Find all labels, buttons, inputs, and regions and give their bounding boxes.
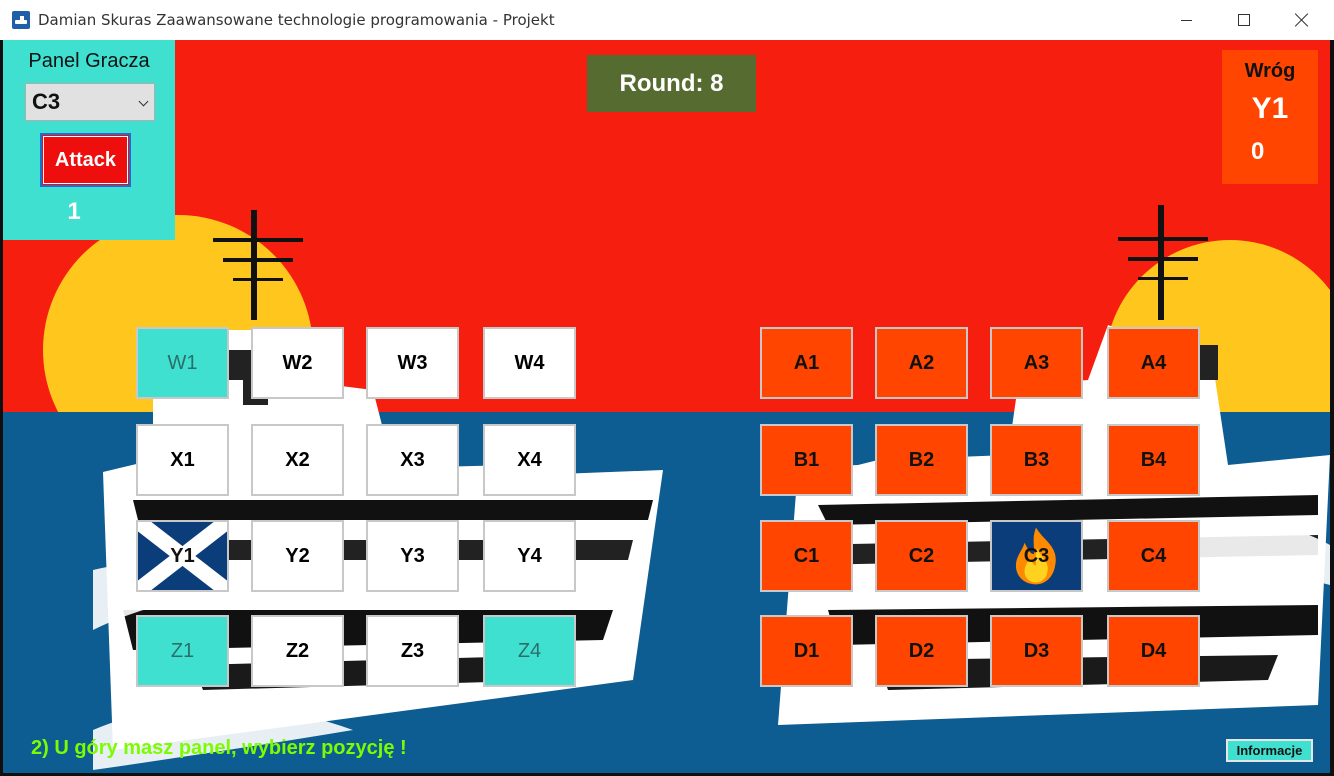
enemy-cell-d4[interactable]: D4	[1107, 615, 1200, 687]
player-cell-x1[interactable]: X1	[136, 424, 229, 496]
enemy-cell-a1[interactable]: A1	[760, 327, 853, 399]
enemy-cell-b3[interactable]: B3	[990, 424, 1083, 496]
info-button[interactable]: Informacje	[1226, 739, 1313, 762]
window-border-left	[0, 40, 3, 776]
hint-text: 2) U góry masz panel, wybierz pozycję !	[31, 737, 407, 759]
player-cell-x4[interactable]: X4	[483, 424, 576, 496]
close-button[interactable]	[1273, 0, 1331, 40]
player-cell-z2[interactable]: Z2	[251, 615, 344, 687]
minimize-icon	[1180, 19, 1192, 21]
enemy-cell-a2[interactable]: A2	[875, 327, 968, 399]
player-cell-y3[interactable]: Y3	[366, 520, 459, 592]
ship-app-icon	[12, 11, 30, 29]
enemy-cell-c2[interactable]: C2	[875, 520, 968, 592]
enemy-cell-d3[interactable]: D3	[990, 615, 1083, 687]
player-cell-z4[interactable]: Z4	[483, 615, 576, 687]
player-panel: Panel Gracza C3 Attack 1	[3, 40, 175, 240]
game-area: Panel Gracza C3 Attack 1 Round: 8 Wróg Y…	[3, 40, 1330, 773]
enemy-cell-d2[interactable]: D2	[875, 615, 968, 687]
enemy-cell-c4[interactable]: C4	[1107, 520, 1200, 592]
enemy-last-target: Y1	[1251, 92, 1289, 125]
player-cell-y4[interactable]: Y4	[483, 520, 576, 592]
enemy-panel-title: Wróg	[1244, 60, 1296, 82]
enemy-cell-c1[interactable]: C1	[760, 520, 853, 592]
enemy-cell-a3[interactable]: A3	[990, 327, 1083, 399]
player-cell-y1[interactable]: Y1	[136, 520, 229, 592]
player-panel-title: Panel Gracza	[28, 50, 150, 72]
minimize-button[interactable]	[1157, 0, 1215, 40]
maximize-icon	[1238, 14, 1250, 26]
window-title: Damian Skuras Zaawansowane technologie p…	[38, 11, 555, 29]
player-cell-w1[interactable]: W1	[136, 327, 229, 399]
player-cell-z1[interactable]: Z1	[136, 615, 229, 687]
position-select[interactable]: C3	[25, 83, 155, 121]
enemy-cell-b4[interactable]: B4	[1107, 424, 1200, 496]
player-cell-w4[interactable]: W4	[483, 327, 576, 399]
player-cell-y2[interactable]: Y2	[251, 520, 344, 592]
enemy-counter: 0	[1251, 138, 1265, 165]
attack-button[interactable]: Attack	[40, 133, 131, 187]
close-icon	[1295, 13, 1309, 27]
player-cell-w2[interactable]: W2	[251, 327, 344, 399]
shots-counter: 1	[67, 198, 81, 225]
enemy-cell-b2[interactable]: B2	[875, 424, 968, 496]
enemy-panel: Wróg Y1 0	[1222, 50, 1318, 184]
player-cell-w3[interactable]: W3	[366, 327, 459, 399]
game-window: Damian Skuras Zaawansowane technologie p…	[0, 0, 1334, 776]
window-border-right	[1330, 40, 1334, 776]
position-select-value: C3	[32, 89, 61, 114]
enemy-cell-a4[interactable]: A4	[1107, 327, 1200, 399]
player-cell-x2[interactable]: X2	[251, 424, 344, 496]
enemy-cell-d1[interactable]: D1	[760, 615, 853, 687]
enemy-cell-c3[interactable]: C3	[990, 520, 1083, 592]
title-bar: Damian Skuras Zaawansowane technologie p…	[0, 0, 1334, 41]
chevron-down-icon	[138, 96, 149, 107]
player-cell-z3[interactable]: Z3	[366, 615, 459, 687]
enemy-cell-b1[interactable]: B1	[760, 424, 853, 496]
round-indicator: Round: 8	[587, 55, 756, 112]
player-cell-x3[interactable]: X3	[366, 424, 459, 496]
maximize-button[interactable]	[1215, 0, 1273, 40]
